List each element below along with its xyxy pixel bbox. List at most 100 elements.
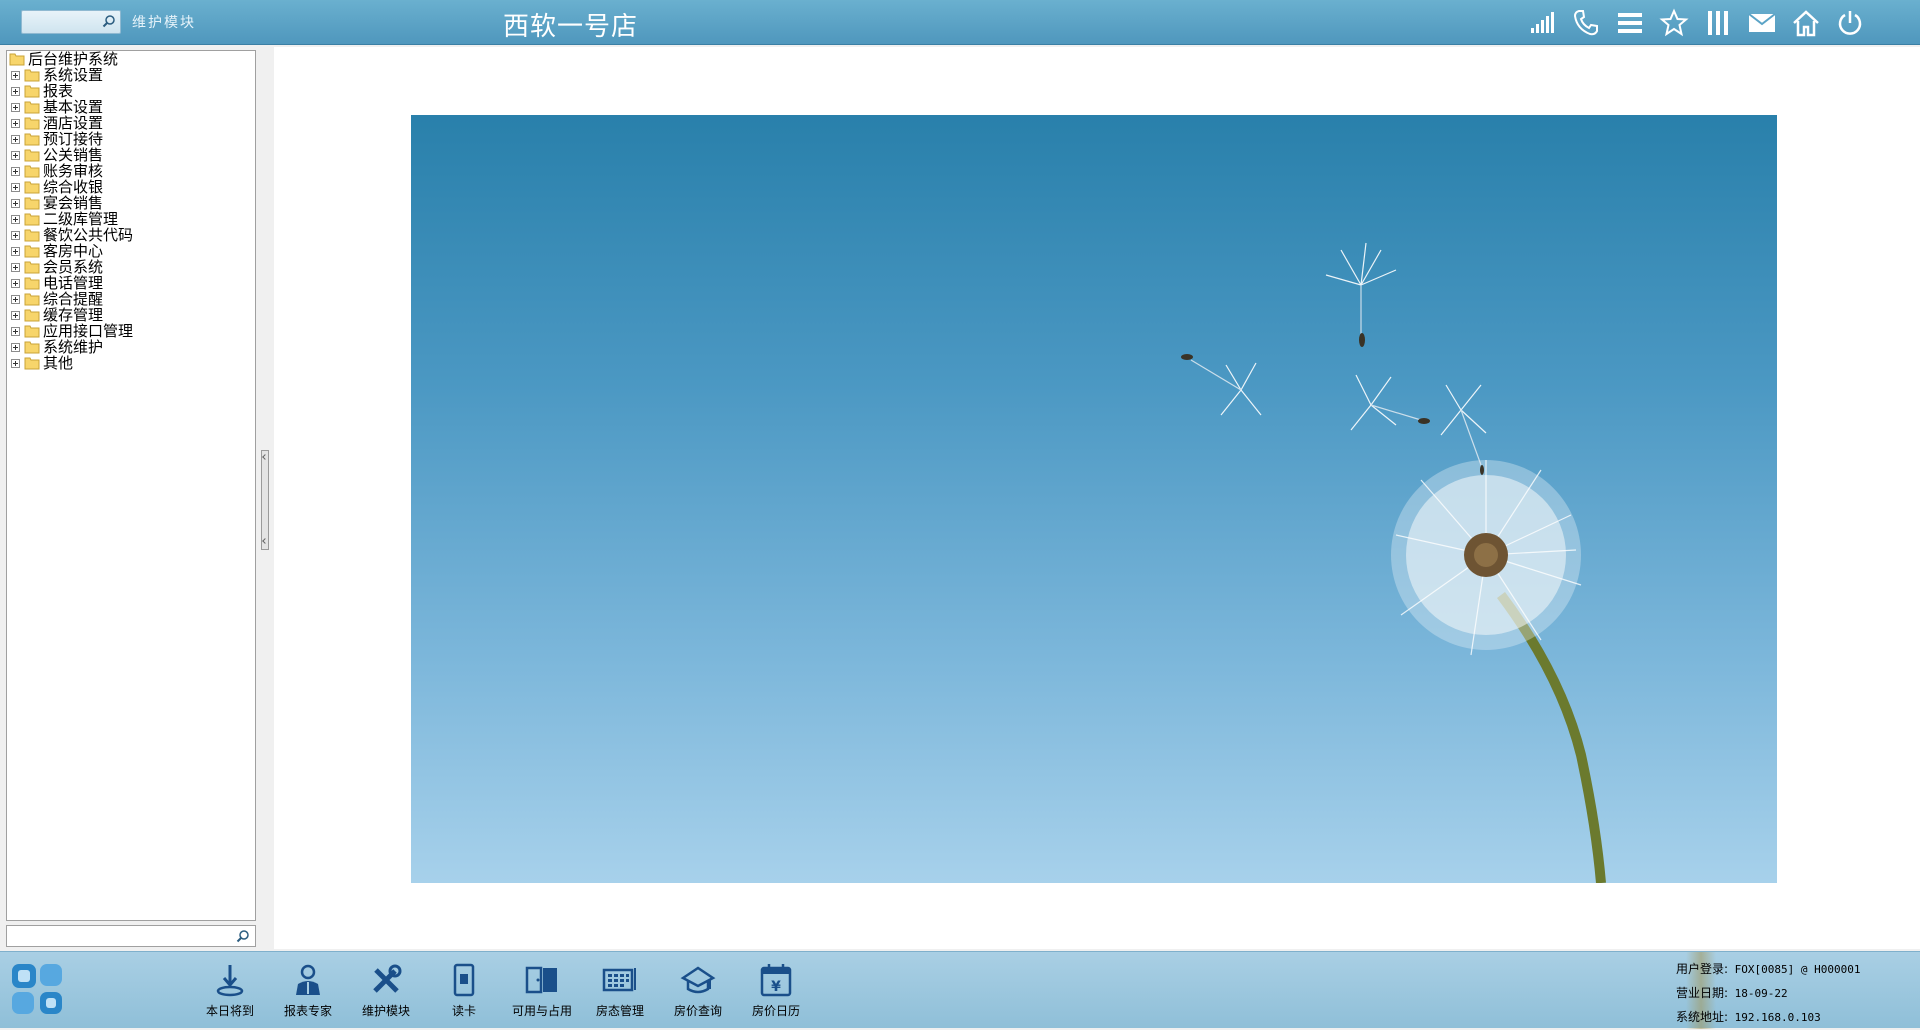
current-module-label: 维护模块	[132, 15, 196, 31]
mail-icon	[1748, 13, 1776, 32]
tree-item[interactable]: 预订接待	[7, 131, 255, 147]
tree-root[interactable]: 后台维护系统	[7, 51, 255, 67]
expand-icon[interactable]	[11, 294, 20, 304]
availability-icon	[525, 966, 557, 994]
expand-icon[interactable]	[11, 70, 20, 80]
tree-search-input[interactable]	[7, 927, 227, 947]
tree-item[interactable]: 基本设置	[7, 99, 255, 115]
expand-icon[interactable]	[11, 198, 20, 208]
expand-icon[interactable]	[11, 326, 20, 336]
favorite-button[interactable]	[1652, 6, 1696, 40]
phone-icon	[1573, 10, 1598, 36]
expand-icon[interactable]	[11, 102, 20, 112]
task-arrivals-today[interactable]: 本日将到	[191, 956, 269, 1026]
folder-icon	[24, 341, 40, 354]
tree-item-label: 其他	[43, 354, 74, 372]
folder-icon	[24, 181, 40, 194]
folder-icon	[24, 261, 40, 274]
power-button[interactable]	[1828, 6, 1872, 40]
signal-button[interactable]	[1520, 6, 1564, 40]
signal-icon	[1531, 12, 1554, 33]
task-rate-query[interactable]: 房价查询	[659, 956, 737, 1026]
task-report-expert[interactable]: 报表专家	[269, 956, 347, 1026]
top-bar: 维护模块 西软一号店	[0, 0, 1920, 45]
tree-item[interactable]: 其他	[7, 355, 255, 371]
folder-icon	[24, 69, 40, 82]
navigation-tree: 后台维护系统 系统设置 报表 基本设置 酒店设置 预订接待 公关销售 账务审核 …	[7, 51, 255, 371]
expand-icon[interactable]	[11, 278, 20, 288]
task-maintenance-module[interactable]: 维护模块	[347, 956, 425, 1026]
tree-item[interactable]: 公关销售	[7, 147, 255, 163]
expand-icon[interactable]	[11, 150, 20, 160]
tree-item[interactable]: 报表	[7, 83, 255, 99]
login-user-row: 用户登录: FOX[0085] @ H000001	[1676, 957, 1861, 981]
task-label: 报表专家	[283, 1004, 332, 1018]
phone-button[interactable]	[1564, 6, 1608, 40]
task-label: 本日将到	[205, 1004, 254, 1018]
tree-item[interactable]: 宴会销售	[7, 195, 255, 211]
task-room-status[interactable]: 房态管理	[581, 956, 659, 1026]
tree-item-label: 预订接待	[43, 130, 104, 148]
collapse-arrow-icon	[262, 454, 268, 460]
svg-text:¥: ¥	[771, 979, 781, 995]
star-icon	[1659, 8, 1689, 37]
tree-item[interactable]: 系统设置	[7, 67, 255, 83]
tree-item[interactable]: 综合提醒	[7, 291, 255, 307]
panel-splitter[interactable]	[261, 450, 269, 550]
tree-item-label: 综合提醒	[43, 290, 104, 308]
system-address-label: 系统地址:	[1676, 1010, 1729, 1024]
mail-button[interactable]	[1740, 6, 1784, 40]
tree-item[interactable]: 应用接口管理	[7, 323, 255, 339]
tree-item[interactable]: 账务审核	[7, 163, 255, 179]
top-toolbar	[1520, 6, 1872, 40]
tree-item[interactable]: 酒店设置	[7, 115, 255, 131]
task-label: 维护模块	[361, 1004, 410, 1018]
tree-item[interactable]: 电话管理	[7, 275, 255, 291]
tree-item[interactable]: 综合收银	[7, 179, 255, 195]
expand-icon[interactable]	[11, 182, 20, 192]
tree-item-label: 综合收银	[43, 178, 104, 196]
task-rate-calendar[interactable]: ¥ 房价日历	[737, 956, 815, 1026]
expand-icon[interactable]	[11, 86, 20, 96]
arrival-icon	[216, 965, 244, 997]
expand-icon[interactable]	[11, 358, 20, 368]
search-icon[interactable]	[102, 14, 116, 28]
expand-icon[interactable]	[11, 214, 20, 224]
expand-icon[interactable]	[11, 262, 20, 272]
columns-button[interactable]	[1696, 6, 1740, 40]
rate-calendar-icon: ¥	[760, 964, 792, 997]
home-button[interactable]	[1784, 6, 1828, 40]
expand-icon[interactable]	[11, 310, 20, 320]
tree-item[interactable]: 缓存管理	[7, 307, 255, 323]
expand-icon[interactable]	[11, 118, 20, 128]
tree-item-label: 酒店设置	[43, 114, 104, 132]
tree-item[interactable]: 餐饮公共代码	[7, 227, 255, 243]
navigation-tree-panel: 后台维护系统 系统设置 报表 基本设置 酒店设置 预订接待 公关销售 账务审核 …	[6, 50, 256, 921]
tree-item[interactable]: 客房中心	[7, 243, 255, 259]
expand-icon[interactable]	[11, 166, 20, 176]
report-expert-icon	[296, 964, 320, 995]
expand-icon[interactable]	[11, 342, 20, 352]
expand-icon[interactable]	[11, 230, 20, 240]
tree-item[interactable]: 会员系统	[7, 259, 255, 275]
tree-item[interactable]: 系统维护	[7, 339, 255, 355]
folder-icon	[24, 85, 40, 98]
expand-icon[interactable]	[11, 134, 20, 144]
tree-root-label: 后台维护系统	[28, 50, 119, 68]
task-availability[interactable]: 可用与占用	[503, 956, 581, 1026]
business-date-row: 营业日期: 18-09-22	[1676, 981, 1861, 1005]
columns-icon	[1708, 11, 1728, 35]
expand-icon[interactable]	[11, 246, 20, 256]
power-icon	[1838, 11, 1862, 35]
folder-icon	[24, 293, 40, 306]
tree-item[interactable]: 二级库管理	[7, 211, 255, 227]
task-read-card[interactable]: 读卡	[425, 956, 503, 1026]
search-icon[interactable]	[236, 929, 250, 943]
business-date-label: 营业日期:	[1676, 986, 1729, 1000]
tree-item-label: 应用接口管理	[43, 322, 134, 340]
task-label: 房价查询	[673, 1004, 722, 1018]
start-menu-icon[interactable]	[10, 962, 66, 1018]
menu-icon	[1618, 13, 1642, 33]
module-search-input[interactable]	[22, 11, 100, 33]
menu-button[interactable]	[1608, 6, 1652, 40]
